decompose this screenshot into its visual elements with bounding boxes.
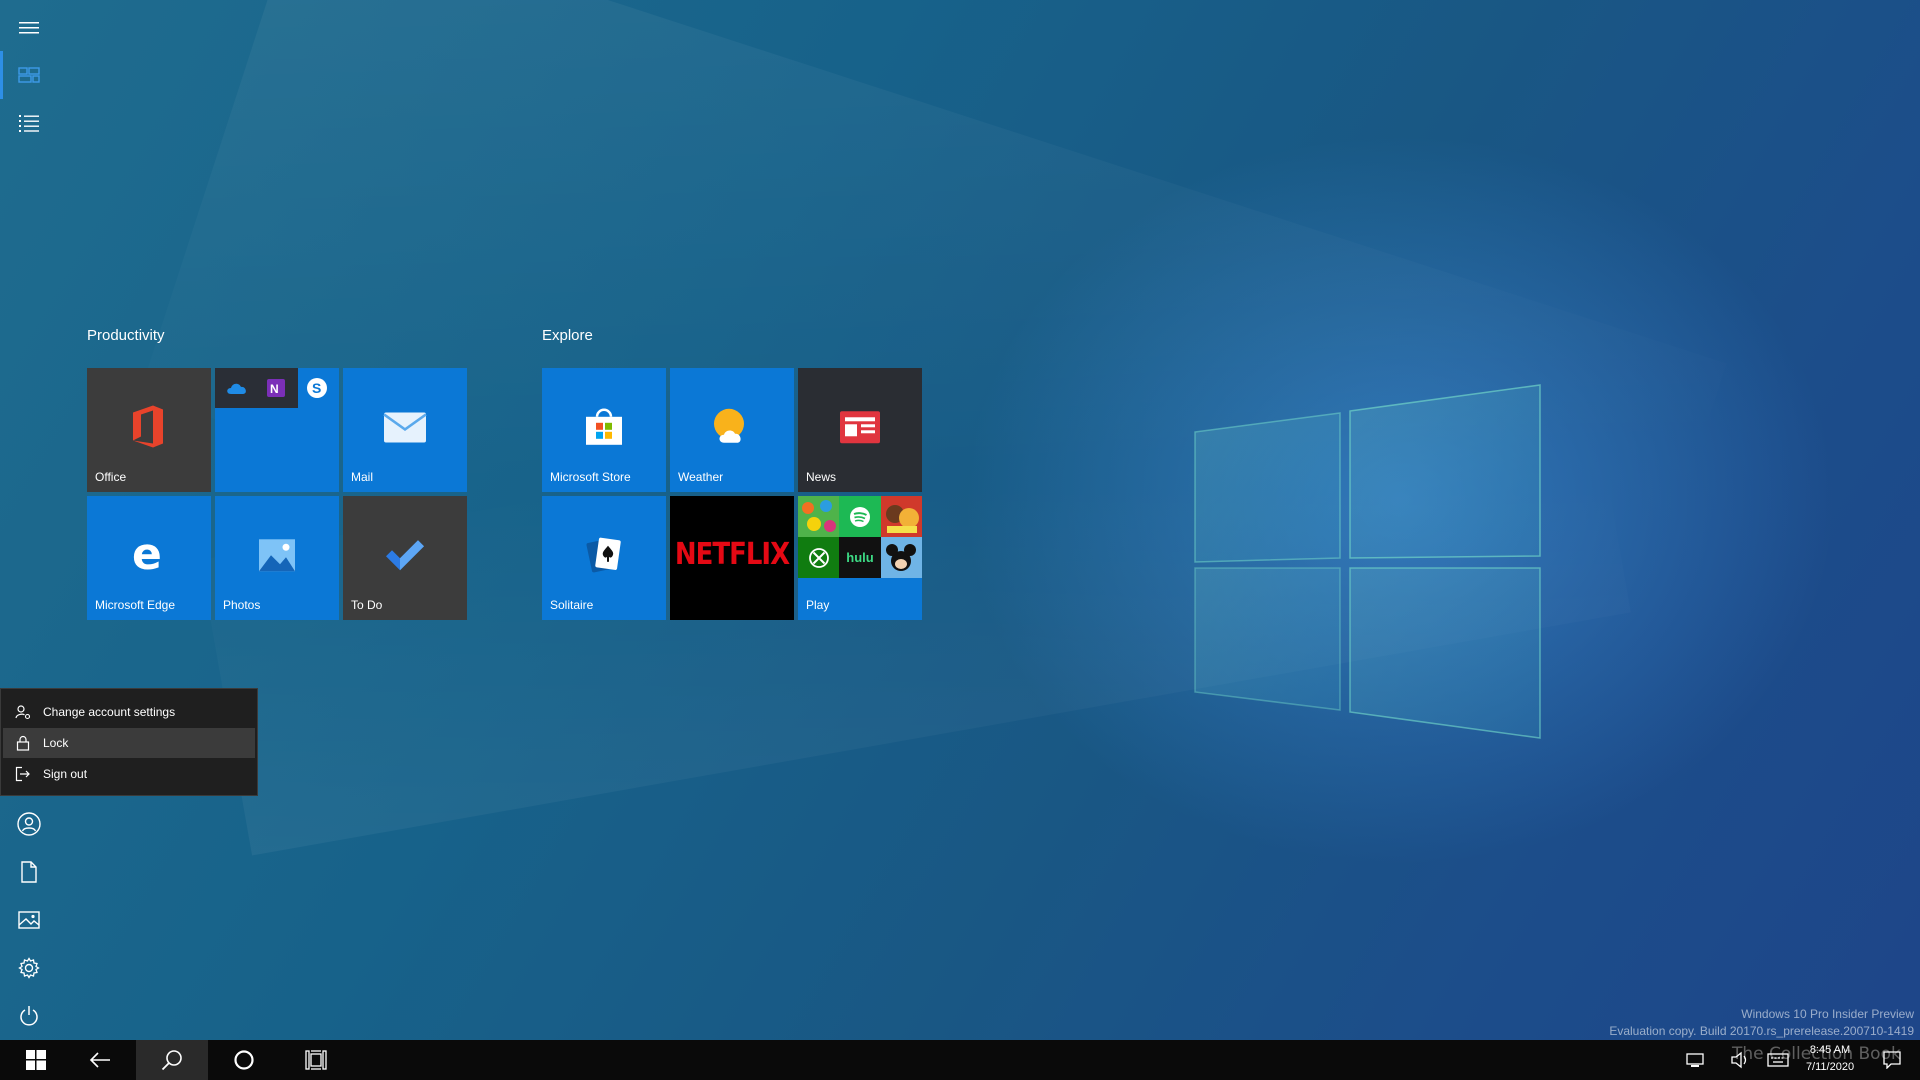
svg-text:e: e — [132, 535, 162, 575]
skype-icon: S — [307, 378, 327, 398]
tile-label: News — [806, 470, 837, 484]
weather-sun-cloud-icon — [714, 408, 744, 443]
tile-netflix[interactable]: NETFLIX — [670, 496, 794, 620]
sign-out-icon — [15, 766, 30, 782]
account-flyout-menu: Change account settings Lock Sign out — [0, 688, 258, 796]
checkmark-icon — [386, 540, 424, 571]
tile-label: Microsoft Edge — [95, 598, 176, 612]
netflix-logo: NETFLIX — [674, 537, 790, 573]
windows-start-icon — [26, 1050, 46, 1070]
tile-weather[interactable]: Weather — [670, 368, 794, 492]
tile-photos[interactable]: Photos — [215, 496, 339, 620]
tile-play[interactable]: hulu Play — [798, 496, 922, 620]
cortana-icon — [234, 1050, 254, 1070]
user-icon — [17, 812, 41, 836]
menu-item-change-account-settings[interactable]: Change account settings — [3, 697, 255, 727]
group-title-explore[interactable]: Explore — [542, 327, 593, 344]
tile-label: Play — [806, 598, 830, 612]
lock-icon — [16, 735, 30, 751]
cortana-button[interactable] — [208, 1040, 280, 1080]
tile-label: To Do — [351, 598, 383, 612]
pinned-tiles-button[interactable] — [0, 51, 58, 99]
news-icon — [840, 411, 880, 444]
list-view-icon — [19, 115, 39, 132]
account-settings-icon — [15, 705, 31, 720]
task-view-button[interactable] — [280, 1040, 352, 1080]
tile-label: Photos — [223, 598, 261, 612]
tile-label: Mail — [351, 470, 374, 484]
tile-label: Solitaire — [550, 598, 594, 612]
pictures-icon — [18, 911, 40, 929]
tile-label: Office — [95, 470, 127, 484]
hamburger-icon — [19, 22, 39, 34]
tile-office[interactable]: Office — [87, 368, 211, 492]
watermark-line: Evaluation copy. Build 20170.rs_prerelea… — [1609, 1024, 1914, 1038]
power-button[interactable] — [0, 992, 58, 1040]
tile-to-do[interactable]: To Do — [343, 496, 467, 620]
xbox-icon — [808, 547, 829, 568]
back-arrow-icon — [89, 1052, 110, 1068]
mail-icon — [383, 412, 427, 443]
settings-icon — [18, 957, 40, 979]
tile-label: Weather — [678, 470, 724, 484]
edge-icon: e — [132, 535, 162, 575]
windows-wallpaper-logo — [1194, 384, 1541, 739]
friends-game-thumb — [881, 496, 922, 537]
onedrive-icon — [227, 383, 246, 394]
tile-microsoft-store[interactable]: Microsoft Store — [542, 368, 666, 492]
spotify-thumb — [839, 496, 881, 537]
start-rail — [0, 0, 58, 1040]
menu-item-sign-out[interactable]: Sign out — [3, 759, 255, 789]
office-icon — [133, 405, 163, 448]
store-icon — [586, 408, 622, 445]
xbox-thumb — [798, 537, 839, 578]
watermark-line: Windows 10 Pro Insider Preview — [1741, 1007, 1914, 1021]
tile-solitaire[interactable]: Solitaire — [542, 496, 666, 620]
back-button[interactable] — [64, 1040, 136, 1080]
tiles-view-icon — [18, 67, 40, 83]
search-button[interactable] — [136, 1040, 208, 1080]
onenote-icon: N — [267, 379, 285, 397]
tile-folder-apps[interactable]: N S — [215, 368, 339, 492]
menu-item-lock[interactable]: Lock — [3, 728, 255, 758]
tile-news[interactable]: News — [798, 368, 922, 492]
tile-label: Microsoft Store — [550, 470, 631, 484]
group-title-productivity[interactable]: Productivity — [87, 327, 165, 344]
account-button[interactable] — [0, 800, 58, 848]
documents-button[interactable] — [0, 848, 58, 896]
menu-item-label: Lock — [43, 736, 69, 750]
network-icon — [1686, 1053, 1704, 1067]
settings-button[interactable] — [0, 944, 58, 992]
menu-item-label: Change account settings — [43, 705, 176, 719]
disney-thumb — [881, 537, 922, 578]
evaluation-watermark: Windows 10 Pro Insider Preview Evaluatio… — [1609, 1006, 1914, 1040]
task-view-icon — [305, 1050, 327, 1070]
collection-book-overlay: The Collection Book — [1732, 1044, 1901, 1064]
spotify-icon — [850, 506, 870, 527]
power-icon — [20, 1006, 38, 1026]
hulu-thumb: hulu — [839, 537, 881, 578]
network-tray-button[interactable] — [1680, 1040, 1710, 1080]
search-icon — [161, 1050, 182, 1071]
taskbar: 8:45 AM 7/11/2020 — [0, 1040, 1920, 1080]
menu-item-label: Sign out — [43, 767, 88, 781]
tile-microsoft-edge[interactable]: e Microsoft Edge — [87, 496, 211, 620]
photos-icon — [259, 539, 295, 572]
candy-crush-thumb — [798, 496, 839, 537]
expand-menu-button[interactable] — [0, 4, 58, 52]
all-apps-button[interactable] — [0, 99, 58, 147]
document-icon — [21, 861, 37, 883]
svg-text:N: N — [270, 382, 279, 396]
start-button[interactable] — [0, 1040, 72, 1080]
solitaire-cards-icon — [586, 537, 621, 573]
svg-text:S: S — [312, 380, 321, 396]
pictures-button[interactable] — [0, 896, 58, 944]
tile-mail[interactable]: Mail — [343, 368, 467, 492]
